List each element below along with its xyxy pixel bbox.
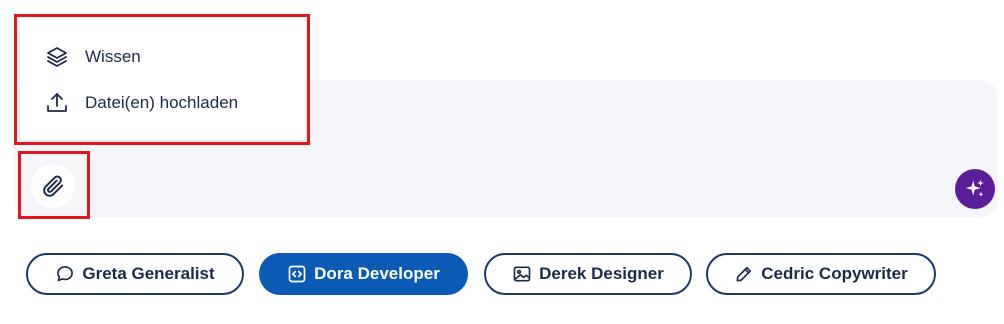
image-icon [513, 266, 531, 282]
persona-chip-greta[interactable]: Greta Generalist [26, 253, 244, 295]
persona-chip-dora[interactable]: Dora Developer [259, 253, 468, 295]
menu-item-wissen[interactable]: Wissen [20, 35, 305, 79]
ai-assist-button[interactable] [955, 169, 995, 209]
paperclip-icon [43, 175, 64, 197]
chat-bubble-icon [57, 266, 74, 282]
layers-icon [47, 47, 67, 67]
code-icon [288, 265, 306, 283]
persona-chip-label: Derek Designer [539, 264, 664, 283]
persona-chip-cedric[interactable]: Cedric Copywriter [706, 253, 936, 295]
sparkle-icon [965, 179, 984, 197]
attachment-menu: Wissen Datei(en) hochladen [20, 18, 305, 140]
menu-item-label: Datei(en) hochladen [85, 93, 239, 112]
attach-button[interactable] [31, 164, 75, 208]
pencil-icon [736, 266, 752, 282]
menu-item-upload[interactable]: Datei(en) hochladen [20, 81, 305, 125]
persona-chip-derek[interactable]: Derek Designer [484, 253, 692, 295]
menu-item-label: Wissen [85, 47, 141, 66]
persona-chip-label: Cedric Copywriter [761, 264, 908, 283]
upload-icon [47, 93, 67, 112]
persona-chip-row: Greta Generalist Dora Developer Derek De… [26, 253, 986, 295]
persona-chip-label: Greta Generalist [82, 264, 215, 283]
persona-chip-label: Dora Developer [314, 264, 440, 283]
